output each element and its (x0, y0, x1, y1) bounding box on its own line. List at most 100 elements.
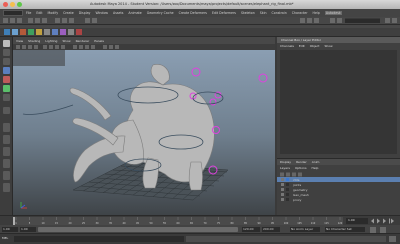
menu-geometry-cache[interactable]: Geometry Cache (147, 11, 174, 15)
menu-display[interactable]: Display (79, 11, 91, 15)
persp-outliner-layout-icon[interactable] (3, 171, 10, 180)
layer-row[interactable]: proxy (277, 197, 400, 202)
go-to-end-icon (389, 218, 390, 224)
perspective-viewport[interactable]: View Shading Lighting Show Renderer Pane… (13, 37, 275, 215)
step-back-icon (371, 218, 374, 224)
menu-help[interactable]: Help (313, 11, 320, 15)
paint-select-tool-icon[interactable] (3, 58, 10, 65)
range-slider-bar[interactable] (38, 227, 238, 232)
title-bar: Autodesk Maya 2014 - Student Version: /U… (0, 0, 400, 9)
range-slider: 1.00 1.00 120.00 200.00 No Anim Layer No… (0, 225, 400, 233)
channel-box: Channel Box / Layer Editor Channels Edit… (277, 37, 400, 158)
layer-menu-layers[interactable]: Layers (280, 166, 290, 170)
layer-tab-anim[interactable]: Anim (312, 160, 320, 164)
layer-menu-help[interactable]: Help (312, 166, 319, 170)
command-line: MEL (0, 233, 400, 244)
layer-color-swatch[interactable] (286, 183, 289, 186)
viewport-menu-bar: View Shading Lighting Show Renderer Pane… (13, 37, 275, 44)
playback-controls[interactable] (370, 218, 400, 224)
menu-constrain[interactable]: Constrain (272, 11, 287, 15)
script-editor-icon[interactable] (389, 236, 396, 242)
command-language-label[interactable]: MEL (2, 236, 8, 240)
viewport-menu-renderer[interactable]: Renderer (76, 39, 90, 43)
menu-modify[interactable]: Modify (48, 11, 59, 15)
menu-edit[interactable]: Edit (36, 11, 42, 15)
layer-name: ctrls (293, 177, 300, 182)
animation-start-field[interactable]: 1.00 (2, 227, 18, 232)
status-line-icons[interactable] (0, 17, 400, 25)
manipulator-tool-icon[interactable] (3, 94, 10, 101)
zoom-window-button[interactable] (17, 2, 22, 7)
menu-animate[interactable]: Animate (128, 11, 141, 15)
menu-skin[interactable]: Skin (260, 11, 267, 15)
minimize-window-button[interactable] (10, 2, 15, 7)
viewport-menu-lighting[interactable]: Lighting (45, 39, 57, 43)
animation-end-field[interactable]: 200.00 (262, 227, 280, 232)
menu-file[interactable]: File (26, 11, 31, 15)
menu-create-deformers[interactable]: Create Deformers (179, 11, 207, 15)
window-title: Autodesk Maya 2014 - Student Version: /U… (90, 2, 294, 6)
menu-window[interactable]: Window (95, 11, 108, 15)
select-tool-icon[interactable] (3, 40, 10, 47)
visibility-toggle-icon[interactable] (281, 178, 284, 181)
layer-color-swatch[interactable] (286, 188, 289, 191)
preferences-icon[interactable] (380, 226, 386, 233)
last-tool-icon[interactable] (3, 107, 10, 114)
lasso-tool-icon[interactable] (3, 49, 10, 56)
step-forward-icon (383, 218, 386, 224)
auto-key-icon[interactable] (370, 226, 376, 233)
viewport-menu-show[interactable]: Show (62, 39, 70, 43)
persp-graph-layout-icon[interactable] (3, 159, 10, 168)
layer-name: Geo_mesh (293, 192, 309, 197)
visibility-toggle-icon[interactable] (281, 183, 284, 186)
channel-box-menu-object[interactable]: Object (310, 44, 320, 48)
side-by-side-layout-icon[interactable] (3, 147, 10, 156)
channel-box-menu-edit[interactable]: Edit (299, 44, 305, 48)
menu-skeleton[interactable]: Skeleton (241, 11, 255, 15)
layer-tab-render[interactable]: Render (296, 160, 307, 164)
new-layer-selected-icon (298, 172, 302, 176)
anim-layer-dropdown[interactable]: No Anim Layer (290, 227, 320, 232)
playback-end-field[interactable]: 120.00 (242, 227, 260, 232)
menu-character[interactable]: Character (292, 11, 308, 15)
visibility-toggle-icon[interactable] (281, 188, 284, 191)
menu-create[interactable]: Create (63, 11, 74, 15)
play-forward-icon (377, 218, 380, 224)
status-line (0, 17, 400, 25)
menu-autodesk[interactable]: Autodesk (324, 11, 342, 15)
command-input[interactable] (14, 236, 184, 242)
playback-start-field[interactable]: 1.00 (20, 227, 36, 232)
rotate-tool-icon[interactable] (3, 76, 10, 83)
menu-edit-deformers[interactable]: Edit Deformers (212, 11, 236, 15)
close-window-button[interactable] (3, 2, 8, 7)
single-view-layout-icon[interactable] (3, 123, 10, 132)
channel-box-menu: Channels Edit Object Show (277, 43, 400, 49)
current-frame-field[interactable]: 1.00 (346, 218, 368, 224)
channel-box-menu-show[interactable]: Show (324, 44, 332, 48)
visibility-toggle-icon[interactable] (281, 193, 284, 196)
viewport-menu-shading[interactable]: Shading (28, 39, 40, 43)
scale-tool-icon[interactable] (3, 85, 10, 92)
menu-set-dropdown[interactable] (3, 10, 23, 16)
move-layer-down-icon (286, 172, 290, 176)
channel-box-menu-channels[interactable]: Channels (280, 44, 294, 48)
viewport-menu-panels[interactable]: Panels (94, 39, 104, 43)
toolbox (0, 37, 13, 215)
time-slider[interactable]: 1 5 10 15 20 25 30 35 40 45 50 55 60 65 70 75 80 85 90 95 10… (0, 215, 400, 225)
layer-menu-options[interactable]: Options (295, 166, 307, 170)
shelf-icons[interactable] (0, 25, 400, 37)
viewport-menu-view[interactable]: View (16, 39, 23, 43)
layer-color-swatch[interactable] (286, 193, 289, 196)
layer-tab-display[interactable]: Display (280, 160, 291, 164)
outliner-layout-icon[interactable] (3, 183, 10, 192)
move-tool-icon[interactable] (3, 67, 10, 74)
layer-color-swatch[interactable] (286, 178, 289, 181)
view-axis-indicator (20, 202, 27, 209)
layer-color-swatch[interactable] (286, 198, 289, 201)
character-set-dropdown[interactable]: No Character Set (325, 227, 365, 232)
menu-assets[interactable]: Assets (113, 11, 123, 15)
visibility-toggle-icon[interactable] (281, 198, 284, 201)
channel-box-list[interactable] (280, 50, 397, 154)
scene-elephant-rig[interactable] (13, 50, 275, 215)
four-view-layout-icon[interactable] (3, 135, 10, 144)
